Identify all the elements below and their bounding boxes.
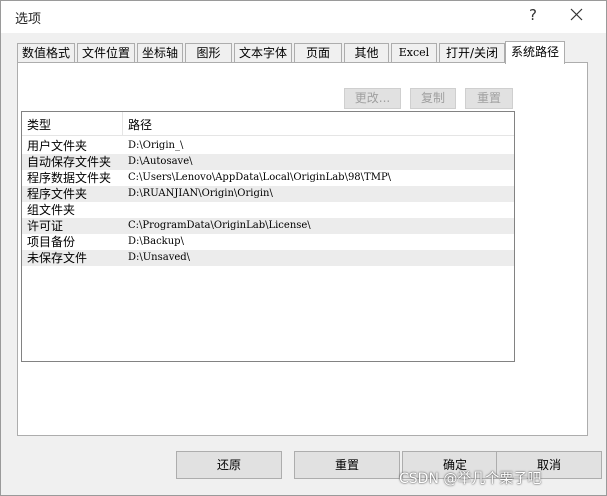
watermark-text: CSDN @举几个栗子吧 [399,471,542,487]
tab-panel: 更改... 复制 重置 类型 路径 用户文件夹 D:\Origin_\ 自动保存… [17,62,588,436]
reset-button[interactable]: 重置 [294,451,400,479]
tab-axes[interactable]: 坐标轴 [137,43,183,62]
modify-button[interactable]: 更改... [344,88,401,109]
tab-graph[interactable]: 图形 [185,43,232,62]
window-title: 选项 [15,12,42,27]
help-icon[interactable]: ? [525,6,541,24]
table-row[interactable]: 组文件夹 [22,202,514,218]
row-path: C:\Users\Lenovo\AppData\Local\OriginLab\… [128,172,392,183]
row-type: 自动保存文件夹 [27,155,112,169]
tab-other[interactable]: 其他 [344,43,389,62]
row-type: 程序数据文件夹 [27,171,112,185]
tab-page[interactable]: 页面 [294,43,342,62]
copy-button[interactable]: 复制 [410,88,456,109]
row-path: C:\ProgramData\OriginLab\License\ [128,220,311,231]
list-header: 类型 路径 [22,112,514,136]
row-type: 未保存文件 [27,251,88,265]
tab-open-close[interactable]: 打开/关闭 [439,43,505,62]
row-path: D:\Autosave\ [128,156,193,167]
table-row[interactable]: 程序文件夹 D:\RUANJIAN\Origin\Origin\ [22,186,514,202]
reset-path-button[interactable]: 重置 [465,88,513,109]
column-header-type[interactable]: 类型 [27,116,51,133]
tab-strip: 数值格式 文件位置 坐标轴 图形 文本字体 页面 其他 Excel 打开/关闭 … [17,41,587,64]
table-row[interactable]: 用户文件夹 D:\Origin_\ [22,138,514,154]
path-list[interactable]: 类型 路径 用户文件夹 D:\Origin_\ 自动保存文件夹 D:\Autos… [21,111,515,362]
row-path: D:\RUANJIAN\Origin\Origin\ [128,188,273,199]
row-type: 组文件夹 [27,203,76,217]
row-path: D:\Origin_\ [128,140,184,151]
column-divider[interactable] [122,112,123,136]
table-row[interactable]: 未保存文件 D:\Unsaved\ [22,250,514,266]
column-header-path[interactable]: 路径 [128,116,152,133]
row-type: 许可证 [27,219,64,233]
tab-system-path[interactable]: 系统路径 [505,41,565,64]
tab-excel[interactable]: Excel [391,43,437,62]
row-type: 项目备份 [27,235,76,249]
row-type: 程序文件夹 [27,187,88,201]
table-row[interactable]: 程序数据文件夹 C:\Users\Lenovo\AppData\Local\Or… [22,170,514,186]
row-type: 用户文件夹 [27,139,88,153]
title-bar: 选项 ? [1,1,606,33]
row-path: D:\Unsaved\ [128,252,191,263]
options-dialog: 选项 ? 数值格式 文件位置 坐标轴 图形 文本字体 页面 其他 Excel 打… [0,0,607,496]
table-row[interactable]: 许可证 C:\ProgramData\OriginLab\License\ [22,218,514,234]
close-icon[interactable] [567,5,587,25]
table-row[interactable]: 自动保存文件夹 D:\Autosave\ [22,154,514,170]
row-path: D:\Backup\ [128,236,184,247]
tab-file-location[interactable]: 文件位置 [77,43,135,62]
tab-text-font[interactable]: 文本字体 [234,43,292,62]
tab-number-format[interactable]: 数值格式 [17,43,75,62]
table-row[interactable]: 项目备份 D:\Backup\ [22,234,514,250]
restore-button[interactable]: 还原 [176,451,282,479]
